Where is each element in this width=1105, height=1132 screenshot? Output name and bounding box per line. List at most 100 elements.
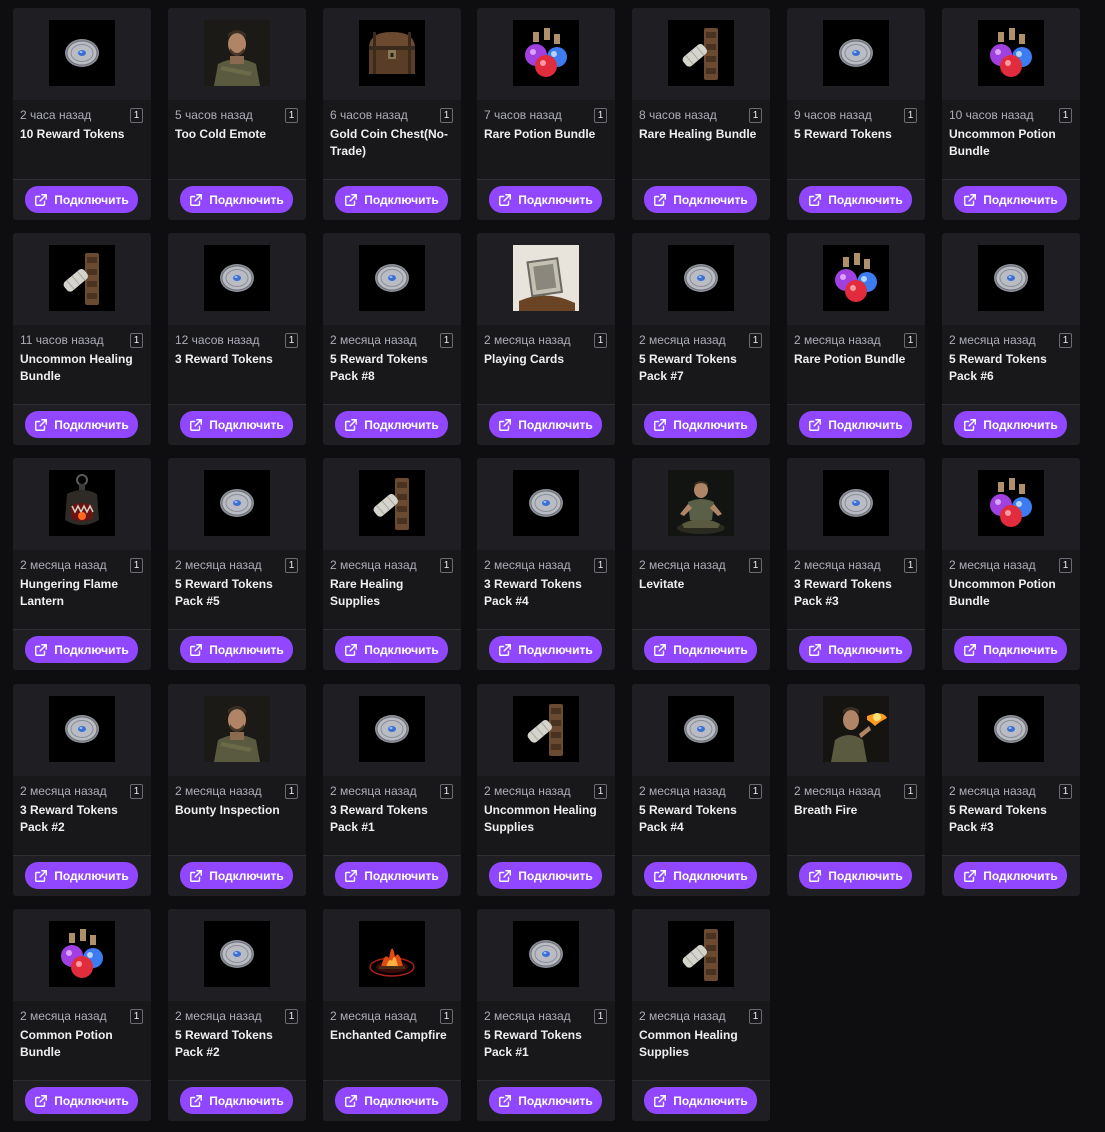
drop-info: 2 месяца назад 1 Enchanted Campfire (323, 1001, 461, 1080)
drop-thumbnail-area (168, 8, 306, 100)
connect-button[interactable]: Подключить (954, 411, 1067, 438)
connect-button[interactable]: Подключить (799, 636, 912, 663)
connect-button[interactable]: Подключить (25, 411, 138, 438)
token-icon (823, 20, 889, 86)
drop-name: Rare Potion Bundle (484, 127, 596, 141)
divider (13, 855, 151, 856)
divider (477, 629, 615, 630)
external-link-icon (344, 193, 364, 207)
healing-icon (49, 245, 115, 311)
drop-card: 2 месяца назад 1 3 Reward Tokens Pack #2… (13, 684, 151, 896)
connect-button[interactable]: Подключить (180, 411, 293, 438)
divider (168, 404, 306, 405)
drop-card: 2 месяца назад 1 Rare Healing Supplies П… (323, 458, 461, 670)
connect-button[interactable]: Подключить (25, 186, 138, 213)
connect-button-label: Подключить (983, 417, 1058, 432)
divider (323, 629, 461, 630)
drop-thumbnail-area (942, 458, 1080, 550)
connect-button-label: Подключить (209, 417, 284, 432)
connect-button[interactable]: Подключить (25, 636, 138, 663)
drop-thumbnail-area (477, 233, 615, 325)
quantity-badge: 1 (440, 558, 453, 573)
connect-button[interactable]: Подключить (644, 636, 757, 663)
connect-button[interactable]: Подключить (489, 636, 602, 663)
drop-info: 10 часов назад 1 Uncommon Potion Bundle (942, 100, 1080, 179)
connect-button[interactable]: Подключить (335, 186, 448, 213)
connect-button[interactable]: Подключить (335, 636, 448, 663)
divider (13, 1080, 151, 1081)
quantity-badge: 1 (285, 333, 298, 348)
drop-card: 2 месяца назад 1 Rare Potion Bundle Подк… (787, 233, 925, 445)
connect-button[interactable]: Подключить (644, 411, 757, 438)
external-link-icon (498, 418, 518, 432)
drop-time: 2 месяца назад (639, 333, 726, 347)
quantity-badge: 1 (594, 108, 607, 123)
drop-thumbnail-area (168, 458, 306, 550)
connect-button-label: Подключить (673, 1093, 748, 1108)
drop-time: 2 месяца назад (175, 1009, 262, 1023)
drop-card: 2 месяца назад 1 5 Reward Tokens Pack #7… (632, 233, 770, 445)
quantity-badge: 1 (1059, 333, 1072, 348)
divider (942, 855, 1080, 856)
quantity-badge: 1 (594, 333, 607, 348)
connect-button[interactable]: Подключить (180, 186, 293, 213)
connect-button[interactable]: Подключить (180, 636, 293, 663)
connect-button[interactable]: Подключить (335, 1087, 448, 1114)
connect-button[interactable]: Подключить (335, 411, 448, 438)
quantity-badge: 1 (285, 1009, 298, 1024)
divider (477, 179, 615, 180)
drop-name: 5 Reward Tokens Pack #4 (639, 803, 737, 834)
external-link-icon (963, 643, 983, 657)
quantity-badge: 1 (904, 784, 917, 799)
external-link-icon (34, 643, 54, 657)
connect-button[interactable]: Подключить (954, 186, 1067, 213)
drop-info: 2 месяца назад 1 Levitate (632, 550, 770, 629)
connect-button[interactable]: Подключить (799, 411, 912, 438)
token-icon (978, 696, 1044, 762)
connect-button[interactable]: Подключить (180, 862, 293, 889)
drop-name: 5 Reward Tokens Pack #7 (639, 352, 737, 383)
drop-name: 5 Reward Tokens (794, 127, 892, 141)
connect-button[interactable]: Подключить (799, 186, 912, 213)
drop-name: Common Potion Bundle (20, 1028, 113, 1059)
external-link-icon (498, 193, 518, 207)
connect-button[interactable]: Подключить (644, 862, 757, 889)
connect-button[interactable]: Подключить (335, 862, 448, 889)
connect-button[interactable]: Подключить (954, 862, 1067, 889)
quantity-badge: 1 (130, 1009, 143, 1024)
potion-icon (823, 245, 889, 311)
connect-button[interactable]: Подключить (489, 862, 602, 889)
connect-button[interactable]: Подключить (799, 862, 912, 889)
drop-thumbnail-area (787, 233, 925, 325)
drop-info: 2 месяца назад 1 5 Reward Tokens Pack #8 (323, 325, 461, 404)
connect-button[interactable]: Подключить (954, 636, 1067, 663)
drop-time: 2 месяца назад (20, 1009, 107, 1023)
connect-button-label: Подключить (364, 642, 439, 657)
quantity-badge: 1 (130, 108, 143, 123)
quantity-badge: 1 (1059, 108, 1072, 123)
connect-button[interactable]: Подключить (644, 186, 757, 213)
drop-info: 2 месяца назад 1 Hungering Flame Lantern (13, 550, 151, 629)
drop-info: 2 месяца назад 1 5 Reward Tokens Pack #7 (632, 325, 770, 404)
drop-card: 2 месяца назад 1 5 Reward Tokens Pack #6… (942, 233, 1080, 445)
drop-card: 2 месяца назад 1 5 Reward Tokens Pack #1… (477, 909, 615, 1121)
connect-button[interactable]: Подключить (489, 411, 602, 438)
connect-button-label: Подключить (828, 868, 903, 883)
drop-name: 3 Reward Tokens Pack #1 (330, 803, 428, 834)
connect-button[interactable]: Подключить (25, 1087, 138, 1114)
quantity-badge: 1 (130, 333, 143, 348)
token-icon (204, 921, 270, 987)
token-icon (668, 245, 734, 311)
token-icon (49, 20, 115, 86)
connect-button[interactable]: Подключить (180, 1087, 293, 1114)
drop-name: 5 Reward Tokens Pack #3 (949, 803, 1047, 834)
divider (168, 1080, 306, 1081)
drop-card: 5 часов назад 1 Too Cold Emote Подключит… (168, 8, 306, 220)
drop-info: 2 месяца назад 1 Rare Healing Supplies (323, 550, 461, 629)
connect-button[interactable]: Подключить (25, 862, 138, 889)
connect-button[interactable]: Подключить (489, 186, 602, 213)
connect-button[interactable]: Подключить (489, 1087, 602, 1114)
connect-button[interactable]: Подключить (644, 1087, 757, 1114)
drop-thumbnail-area (942, 8, 1080, 100)
connect-button-label: Подключить (364, 192, 439, 207)
